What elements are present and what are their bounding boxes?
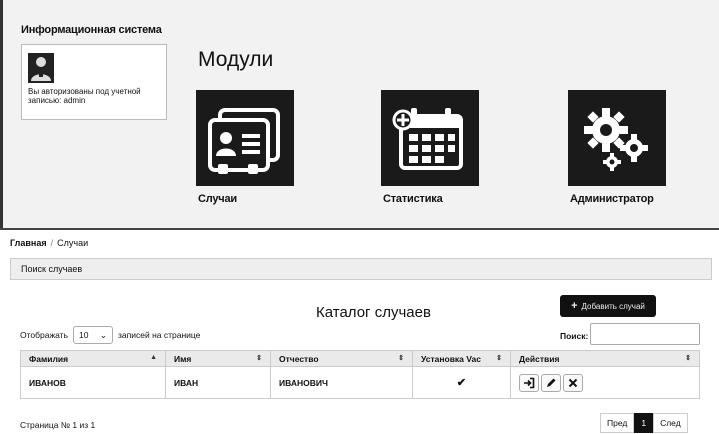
catalog-title: Каталог случаев xyxy=(316,304,431,321)
calendar-add-icon xyxy=(392,108,463,170)
sort-asc-icon: ▲ xyxy=(150,353,157,361)
table-header-row: Фамилия ▲ Имя ⇕ Отчество ⇕ Установка Vac ⇕ Д… xyxy=(20,350,700,367)
cell-actions xyxy=(510,366,700,399)
module-label-cases[interactable]: Случаи xyxy=(198,193,237,205)
page-button-current[interactable]: 1 xyxy=(634,413,654,433)
plus-icon: + xyxy=(571,300,578,312)
sort-icon: ⇕ xyxy=(685,354,691,362)
search-label: Поиск: xyxy=(560,331,589,341)
delete-record-button[interactable] xyxy=(563,373,583,392)
search-panel-header[interactable]: Поиск случаев xyxy=(10,258,712,280)
page-size-control: Отображать 10 ⌄ записей на странице xyxy=(20,326,200,344)
breadcrumb-home-link[interactable]: Главная xyxy=(10,238,47,248)
module-label-admin[interactable]: Администратор xyxy=(570,193,654,205)
sign-in-icon xyxy=(524,377,535,388)
column-header-actions[interactable]: Действия ⇕ xyxy=(510,350,700,367)
module-tile-cases[interactable] xyxy=(196,90,294,186)
column-header-patronymic[interactable]: Отчество ⇕ xyxy=(270,350,413,367)
add-case-label: Добавить случай xyxy=(581,301,645,311)
show-prefix: Отображать xyxy=(20,330,69,340)
user-info-box: Вы авторизованы под учетной записью: adm… xyxy=(21,44,167,120)
sort-icon: ⇕ xyxy=(256,354,262,362)
chevron-down-icon: ⌄ xyxy=(99,329,108,340)
sort-icon: ⇕ xyxy=(496,354,502,362)
next-page-button[interactable]: След xyxy=(653,413,688,433)
pagination: Пред 1 След xyxy=(600,413,688,433)
search-input[interactable] xyxy=(590,323,700,345)
user-avatar-icon xyxy=(28,53,54,83)
module-label-statistics[interactable]: Статистика xyxy=(383,193,443,205)
pagination-info: Страница № 1 из 1 xyxy=(20,420,96,430)
pencil-icon xyxy=(547,378,556,387)
prev-page-button[interactable]: Пред xyxy=(600,413,635,433)
cell-first-name: ИВАН xyxy=(165,366,271,399)
app-title: Информационная система xyxy=(21,24,162,36)
breadcrumb-separator: / xyxy=(50,238,54,248)
breadcrumb-current: Случаи xyxy=(57,238,89,248)
open-record-button[interactable] xyxy=(519,373,539,392)
page-size-select[interactable]: 10 ⌄ xyxy=(73,326,114,344)
page-size-value: 10 xyxy=(79,330,89,340)
gears-icon xyxy=(584,108,648,171)
table-row: ИВАНОВ ИВАН ИВАНОВИЧ ✔ xyxy=(20,366,700,399)
breadcrumb: Главная / Случаи xyxy=(10,238,88,248)
column-header-first-name[interactable]: Имя ⇕ xyxy=(165,350,271,367)
modules-panel: Информационная система Вы авторизованы п… xyxy=(0,0,719,228)
column-header-vac[interactable]: Установка Vac ⇕ xyxy=(412,350,511,367)
module-tile-statistics[interactable] xyxy=(381,90,479,186)
id-cards-icon xyxy=(208,108,280,174)
column-header-last-name[interactable]: Фамилия ▲ xyxy=(20,350,166,367)
close-icon xyxy=(568,378,578,387)
user-info-text: Вы авторизованы под учетной записью: adm… xyxy=(28,87,141,105)
add-case-button[interactable]: + Добавить случай xyxy=(560,295,656,317)
show-suffix: записей на странице xyxy=(118,330,201,340)
cases-page: Главная / Случаи Поиск случаев Каталог слу… xyxy=(0,228,719,434)
sort-icon: ⇕ xyxy=(398,354,404,362)
cases-table: Фамилия ▲ Имя ⇕ Отчество ⇕ Установка Vac ⇕ Д… xyxy=(20,350,700,399)
modules-title: Модули xyxy=(198,48,274,71)
module-tile-admin[interactable] xyxy=(568,90,666,186)
cell-last-name: ИВАНОВ xyxy=(20,366,166,399)
cell-patronymic: ИВАНОВИЧ xyxy=(270,366,413,399)
cell-vac-check: ✔ xyxy=(412,366,511,399)
edit-record-button[interactable] xyxy=(541,373,561,392)
